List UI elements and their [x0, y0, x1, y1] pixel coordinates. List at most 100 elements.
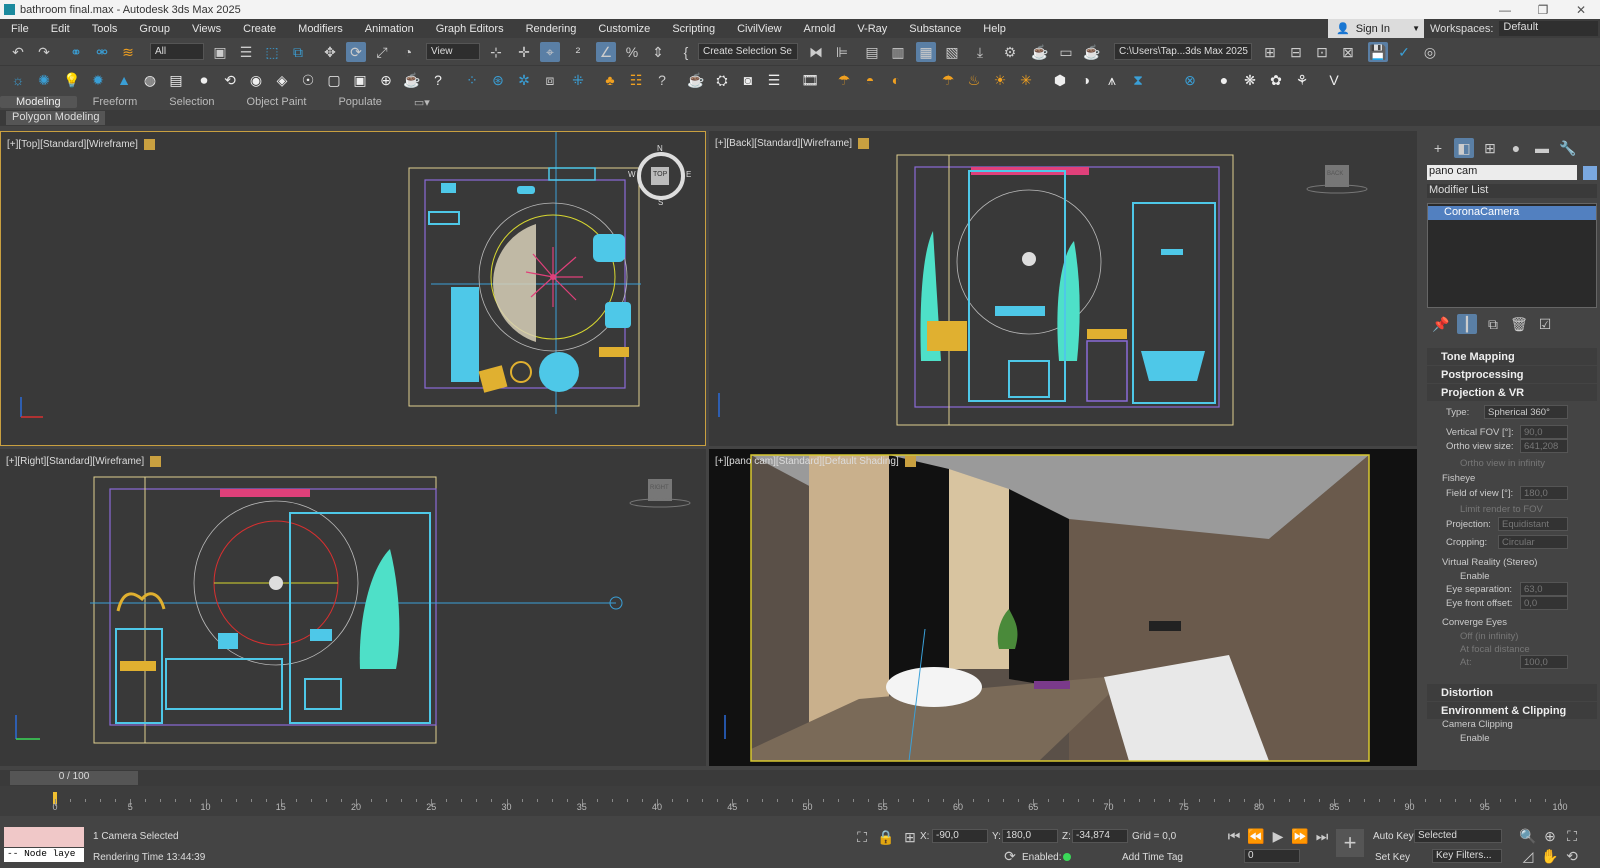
open-container-icon[interactable]: ⊡	[1312, 42, 1332, 62]
y-coordinate-field[interactable]: 180,0	[1002, 829, 1058, 843]
display-tab-icon[interactable]: ▬	[1532, 138, 1552, 158]
viewcube-top[interactable]: TOP	[653, 171, 667, 178]
teapot-icon[interactable]: ☕	[402, 70, 422, 90]
render-teapot-icon[interactable]: ☕	[686, 70, 706, 90]
cube-icon[interactable]: ⬢	[1050, 70, 1070, 90]
ipr-icon[interactable]: ⛭	[712, 70, 732, 90]
grid-icon[interactable]: ▤	[166, 70, 186, 90]
menu-modifiers[interactable]: Modifiers	[287, 23, 354, 35]
sun-light-icon[interactable]: ◐	[886, 70, 906, 90]
orbit-icon[interactable]: ⟲	[1562, 846, 1582, 866]
pan-icon[interactable]: ✋	[1540, 846, 1560, 866]
play-icon[interactable]: ▶	[1268, 826, 1288, 846]
close-icon[interactable]: ✕	[1562, 0, 1600, 19]
place-icon[interactable]: ◔	[398, 42, 418, 62]
eye-front-spinner[interactable]: 0,0	[1520, 596, 1568, 610]
menu-edit[interactable]: Edit	[40, 23, 81, 35]
vray-logo-icon[interactable]: V	[1324, 70, 1344, 90]
brush-icon[interactable]: ✿	[1266, 70, 1286, 90]
angle-snap-icon[interactable]: ∠	[596, 42, 616, 62]
scene-explorer-icon[interactable]: ▤	[862, 42, 882, 62]
sign-in-button[interactable]: 👤 Sign In ▼	[1328, 19, 1424, 38]
rollout-distortion[interactable]: Distortion	[1427, 684, 1597, 701]
box-icon[interactable]: ▢	[324, 70, 344, 90]
prev-frame-icon[interactable]: ⏪	[1246, 826, 1266, 846]
key-mode-dropdown[interactable]: Selected	[1414, 829, 1502, 843]
align-icon[interactable]: ⊫	[832, 42, 852, 62]
help-icon[interactable]: ?	[428, 70, 448, 90]
remove-modifier-icon[interactable]: 🗑	[1509, 314, 1529, 334]
fov-spinner[interactable]: 180,0	[1520, 486, 1568, 500]
keyboard-shortcut-icon[interactable]: ⌖	[540, 42, 560, 62]
auto-key-button[interactable]: Auto Key	[1373, 831, 1414, 842]
time-tag-icon[interactable]: ⟳	[1002, 848, 1018, 864]
limit-fov-checkbox[interactable]: Limit render to FOV	[1460, 504, 1543, 515]
workspace-select[interactable]: Default	[1499, 21, 1598, 36]
modify-tab-icon[interactable]: ◧	[1454, 138, 1474, 158]
list-icon[interactable]: ☷	[626, 70, 646, 90]
instancer-icon[interactable]: ⁜	[568, 70, 588, 90]
scatter-icon[interactable]: ⊕	[376, 70, 396, 90]
selection-set-dropdown[interactable]: Create Selection Se	[698, 43, 798, 60]
info-icon[interactable]: ?	[652, 70, 672, 90]
viewcube-back[interactable]: BACK	[1327, 171, 1343, 177]
unlink-icon[interactable]: ⚮	[92, 42, 112, 62]
node-layer-input[interactable]: -- Node laye	[4, 848, 84, 862]
displacement-icon[interactable]: ⩚	[1102, 70, 1122, 90]
x-coordinate-field[interactable]: -90,0	[932, 829, 988, 843]
ortho-size-spinner[interactable]: 641,208	[1520, 439, 1568, 453]
proxy-icon[interactable]: ▣	[350, 70, 370, 90]
modifier-list-dropdown[interactable]: Modifier List	[1427, 184, 1597, 198]
maxscript-listener[interactable]	[4, 827, 84, 847]
show-end-result-icon[interactable]: ┃	[1457, 314, 1477, 334]
menu-arnold[interactable]: Arnold	[793, 23, 847, 35]
render-production-icon[interactable]: ☕	[1082, 42, 1102, 62]
menu-civilview[interactable]: CivilView	[726, 23, 792, 35]
move-icon[interactable]: ✥	[320, 42, 340, 62]
rect-selection-icon[interactable]: ⬚	[262, 42, 282, 62]
time-slider[interactable]: 0 / 100	[10, 771, 138, 785]
configure-sets-icon[interactable]: ☑	[1535, 314, 1555, 334]
mirror-icon[interactable]: ⧓	[806, 42, 826, 62]
ribbon-tab-object-paint[interactable]: Object Paint	[231, 96, 323, 108]
project-path-dropdown[interactable]: C:\Users\Tap...3ds Max 2025	[1114, 43, 1252, 60]
containers-icon[interactable]: ⊞	[1260, 42, 1280, 62]
fur-hair-icon[interactable]: ⧗	[1128, 70, 1148, 90]
enabled-indicator[interactable]	[1063, 853, 1071, 861]
vfb-icon[interactable]: ◙	[738, 70, 758, 90]
layer-explorer-icon[interactable]: ▥	[888, 42, 908, 62]
container-explorer-icon[interactable]: ⊟	[1286, 42, 1306, 62]
stack-item-coronacamera[interactable]: CoronaCamera	[1428, 206, 1596, 220]
ortho-infinity-checkbox[interactable]: Ortho view in infinity	[1460, 458, 1545, 469]
window-crossing-icon[interactable]: ⧉	[288, 42, 308, 62]
rendered-frame-icon[interactable]: ▭	[1056, 42, 1076, 62]
menu-substance[interactable]: Substance	[898, 23, 972, 35]
menu-create[interactable]: Create	[232, 23, 287, 35]
sky-icon[interactable]: ✳	[1016, 70, 1036, 90]
projection-dropdown[interactable]: Equidistant	[1498, 517, 1568, 531]
spot-light-icon[interactable]: ☂	[938, 70, 958, 90]
add-time-tag[interactable]: Add Time Tag	[1122, 852, 1183, 863]
select-object-icon[interactable]: ▣	[210, 42, 230, 62]
selection-filter-dropdown[interactable]: All	[150, 43, 204, 60]
rotate-view-icon[interactable]: ⟲	[220, 70, 240, 90]
clipping-enable-checkbox[interactable]: Enable	[1460, 733, 1490, 744]
next-frame-icon[interactable]: ⏩	[1290, 826, 1310, 846]
cropping-dropdown[interactable]: Circular	[1498, 535, 1568, 549]
track-bar[interactable]: 0 5 10 15 20 25 30 35 40 45 50 55 60 65 70 75 80 85 90 95 10…	[0, 786, 1600, 816]
select-manipulate-icon[interactable]: ✛	[514, 42, 534, 62]
vr-enable-checkbox[interactable]: Enable	[1460, 571, 1490, 582]
vfov-spinner[interactable]: 90,0	[1520, 425, 1568, 439]
menu-customize[interactable]: Customize	[587, 23, 661, 35]
z-coordinate-field[interactable]: -34,874	[1072, 829, 1128, 843]
utilities-tab-icon[interactable]: 🔧	[1558, 138, 1578, 158]
zoom-icon[interactable]: 🔍	[1518, 826, 1538, 846]
menu-graph-editors[interactable]: Graph Editors	[425, 23, 515, 35]
menu-rendering[interactable]: Rendering	[515, 23, 588, 35]
ribbon-tab-selection[interactable]: Selection	[153, 96, 230, 108]
menu-views[interactable]: Views	[181, 23, 232, 35]
make-unique-icon[interactable]: ⧉	[1483, 314, 1503, 334]
fov-icon[interactable]: ◿	[1518, 846, 1538, 866]
eye-separation-spinner[interactable]: 63,0	[1520, 582, 1568, 596]
zoom-extents-icon[interactable]: ⛶	[1562, 826, 1582, 846]
